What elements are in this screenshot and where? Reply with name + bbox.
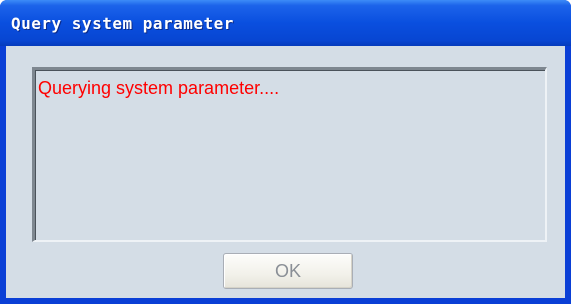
status-message: Querying system parameter.... <box>38 78 280 98</box>
status-memo: Querying system parameter.... <box>32 67 547 242</box>
ok-button[interactable]: OK <box>223 253 353 289</box>
dialog-client-area: Querying system parameter.... OK <box>6 46 565 298</box>
dialog-window: Query system parameter Querying system p… <box>0 0 571 304</box>
title-bar[interactable]: Query system parameter <box>0 0 571 46</box>
window-title: Query system parameter <box>11 14 234 33</box>
